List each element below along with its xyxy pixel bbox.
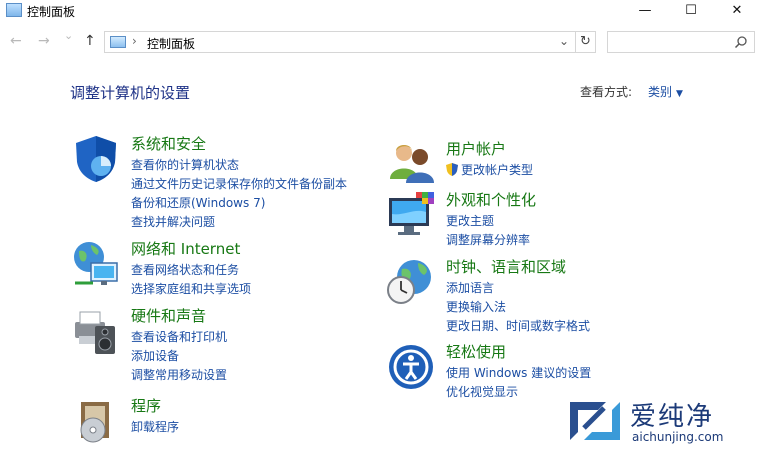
link-backup-restore[interactable]: 备份和还原(Windows 7) bbox=[131, 194, 347, 213]
search-input[interactable] bbox=[612, 34, 736, 52]
view-by-label: 查看方式: bbox=[580, 85, 633, 99]
link-screen-resolution[interactable]: 调整屏幕分辨率 bbox=[446, 231, 536, 250]
breadcrumb-separator-icon: › bbox=[132, 34, 137, 48]
shield-icon[interactable] bbox=[71, 134, 121, 184]
category-title-programs[interactable]: 程序 bbox=[131, 396, 179, 418]
close-button[interactable]: ✕ bbox=[714, 0, 760, 22]
link-mobility-settings[interactable]: 调整常用移动设置 bbox=[131, 366, 227, 385]
link-view-computer-status[interactable]: 查看你的计算机状态 bbox=[131, 156, 347, 175]
forward-arrow-icon[interactable]: → bbox=[38, 33, 50, 49]
printer-speaker-icon[interactable] bbox=[71, 306, 121, 356]
link-change-account-type-label: 更改帐户类型 bbox=[461, 163, 534, 177]
category-title-ease-of-access[interactable]: 轻松使用 bbox=[446, 342, 591, 364]
ease-of-access-icon[interactable] bbox=[386, 342, 436, 392]
watermark-logo-icon bbox=[570, 402, 620, 440]
watermark: 爱纯净 aichunjing.com bbox=[566, 396, 760, 450]
category-title-system-security[interactable]: 系统和安全 bbox=[131, 134, 347, 156]
minimize-button[interactable]: — bbox=[622, 0, 668, 22]
category-title-appearance[interactable]: 外观和个性化 bbox=[446, 190, 536, 212]
link-uninstall-program[interactable]: 卸载程序 bbox=[131, 418, 179, 437]
uac-shield-icon bbox=[446, 163, 458, 176]
back-arrow-icon[interactable]: ← bbox=[10, 33, 22, 49]
link-add-device[interactable]: 添加设备 bbox=[131, 347, 227, 366]
programs-box-icon[interactable] bbox=[71, 396, 121, 446]
window-title: 控制面板 bbox=[27, 5, 76, 19]
link-change-theme[interactable]: 更改主题 bbox=[446, 212, 536, 231]
link-file-history-backup[interactable]: 通过文件历史记录保存你的文件备份副本 bbox=[131, 175, 347, 194]
search-icon[interactable] bbox=[734, 35, 748, 49]
title-bar: 控制面板 — ☐ ✕ bbox=[0, 0, 760, 22]
link-date-time-format[interactable]: 更改日期、时间或数字格式 bbox=[446, 317, 590, 336]
category-title-user-accounts[interactable]: 用户帐户 bbox=[446, 139, 533, 161]
link-add-language[interactable]: 添加语言 bbox=[446, 279, 590, 298]
control-panel-app-icon bbox=[6, 3, 22, 17]
page-title: 调整计算机的设置 bbox=[70, 84, 191, 102]
network-globe-icon[interactable] bbox=[71, 239, 121, 289]
control-panel-small-icon bbox=[110, 36, 126, 48]
monitor-palette-icon[interactable] bbox=[386, 190, 436, 240]
category-title-hardware-sound[interactable]: 硬件和声音 bbox=[131, 306, 227, 328]
address-dropdown-chevron-icon[interactable]: ⌄ bbox=[559, 34, 569, 48]
address-box[interactable]: › 控制面板 ⌄ bbox=[104, 31, 576, 53]
view-by-dropdown[interactable]: 类别 ▼ bbox=[648, 83, 683, 100]
navigation-bar: ← → ⌄ ↑ › 控制面板 ⌄ ↻ bbox=[0, 27, 760, 57]
link-change-account-type[interactable]: 更改帐户类型 bbox=[446, 161, 533, 180]
link-devices-printers[interactable]: 查看设备和打印机 bbox=[131, 328, 227, 347]
link-change-input-method[interactable]: 更换输入法 bbox=[446, 298, 590, 317]
category-title-network-internet[interactable]: 网络和 Internet bbox=[131, 239, 251, 261]
refresh-icon[interactable]: ↻ bbox=[576, 31, 596, 53]
watermark-name: 爱纯净 bbox=[630, 402, 715, 432]
maximize-button[interactable]: ☐ bbox=[668, 0, 714, 22]
link-windows-recommended-settings[interactable]: 使用 Windows 建议的设置 bbox=[446, 364, 591, 383]
category-title-clock-language-region[interactable]: 时钟、语言和区域 bbox=[446, 257, 590, 279]
link-troubleshoot[interactable]: 查找并解决问题 bbox=[131, 213, 347, 232]
dropdown-triangle-icon: ▼ bbox=[676, 89, 683, 99]
recent-locations-chevron-icon[interactable]: ⌄ bbox=[64, 29, 73, 42]
watermark-url: aichunjing.com bbox=[632, 430, 724, 444]
link-homegroup-sharing[interactable]: 选择家庭组和共享选项 bbox=[131, 280, 251, 299]
users-icon[interactable] bbox=[386, 139, 436, 189]
search-box[interactable] bbox=[607, 31, 755, 53]
link-network-status[interactable]: 查看网络状态和任务 bbox=[131, 261, 251, 280]
up-arrow-icon[interactable]: ↑ bbox=[84, 33, 96, 49]
breadcrumb-control-panel[interactable]: 控制面板 bbox=[147, 35, 195, 52]
view-by-value: 类别 bbox=[648, 85, 673, 99]
clock-globe-icon[interactable] bbox=[386, 257, 436, 307]
